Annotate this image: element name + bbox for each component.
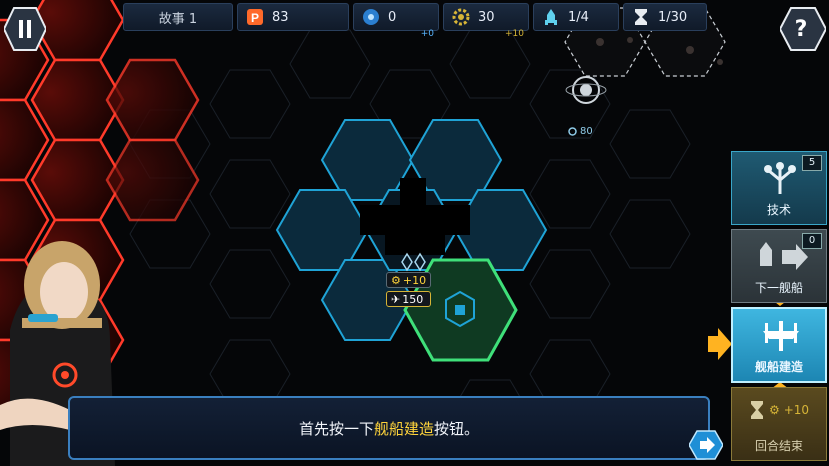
unit-gear-value: +10	[402, 273, 427, 287]
gear-icon: ⚙	[391, 273, 401, 287]
points-value: 83	[272, 9, 289, 25]
help-button[interactable]: ?	[780, 6, 826, 52]
dialog-text: 首先按一下舰船建造按钮。	[299, 418, 479, 439]
dialog-text-highlight: 舰船建造	[373, 419, 434, 438]
energy-value: 0	[388, 9, 397, 25]
hourglass-icon	[750, 401, 763, 419]
next-arrow-icon	[689, 430, 723, 460]
story-label: 故事 1	[158, 11, 198, 27]
resource-bar: 故事 1 P 83 0 +0 30 +10 1/4 1/30	[123, 3, 707, 39]
dialog-next-button[interactable]	[689, 430, 723, 460]
tech-badge: 5	[802, 155, 822, 171]
planet-value: 80	[580, 126, 593, 137]
gear-icon: ⚙	[768, 403, 780, 417]
launch-ship-button[interactable]: 0 下一舰船	[731, 229, 827, 303]
energy-icon	[362, 8, 380, 26]
svg-text:P: P	[251, 11, 259, 25]
energy-delta: +0	[420, 29, 434, 39]
planet-value-label: 80	[568, 126, 593, 137]
points-counter: P 83	[237, 3, 349, 31]
ship-build-icon	[763, 321, 799, 351]
tech-label: 技术	[766, 203, 791, 217]
gear-value: 30	[478, 9, 495, 25]
planet-icon[interactable]	[565, 76, 607, 104]
unit-hp-value: 150	[402, 292, 424, 306]
end-turn-button[interactable]: ⚙ +10 回合结束	[731, 387, 827, 461]
ship-build-label: 舰船建造	[754, 360, 803, 374]
help-label: ?	[794, 16, 808, 42]
pause-button[interactable]	[4, 6, 46, 52]
tech-tree-icon	[764, 162, 796, 194]
ship-hp-icon: ✈	[391, 292, 401, 306]
rocket-icon	[542, 8, 560, 26]
dialog-text-after: 按钮。	[434, 419, 480, 438]
story-chapter[interactable]: 故事 1	[123, 3, 233, 31]
dialog-text-before: 首先按一下	[298, 419, 374, 438]
tech-button[interactable]: 5 技术	[731, 151, 827, 225]
turns-value: 1/30	[658, 9, 688, 25]
end-turn-rewards: ⚙ +10	[749, 400, 809, 420]
fleet-counter: 1/4	[533, 3, 619, 31]
ship-build-button[interactable]: 舰船建造	[731, 307, 827, 383]
gear-icon	[452, 8, 470, 26]
unit-gear-bonus: ⚙ +10	[386, 272, 432, 288]
hourglass-icon	[632, 8, 650, 26]
unit-stats: ⚙ +10 ✈ 150	[386, 272, 432, 310]
fleet-value: 1/4	[568, 9, 589, 25]
pause-icon	[4, 7, 46, 51]
turn-counter: 1/30	[623, 3, 707, 31]
p-badge-icon: P	[246, 8, 264, 26]
unit-hp: ✈ 150	[386, 291, 432, 307]
gear-counter: 30 +10	[443, 3, 529, 39]
energy-small-icon	[568, 127, 577, 136]
tutorial-dialog: 首先按一下舰船建造按钮。	[68, 396, 710, 460]
gear-delta: +10	[505, 29, 524, 39]
end-turn-label: 回合结束	[754, 439, 803, 453]
launch-label: 下一舰船	[754, 281, 803, 295]
energy-counter: 0 +0	[353, 3, 439, 39]
rocket-arrow-icon	[760, 242, 808, 270]
end-turn-gear-delta: +10	[783, 403, 810, 417]
